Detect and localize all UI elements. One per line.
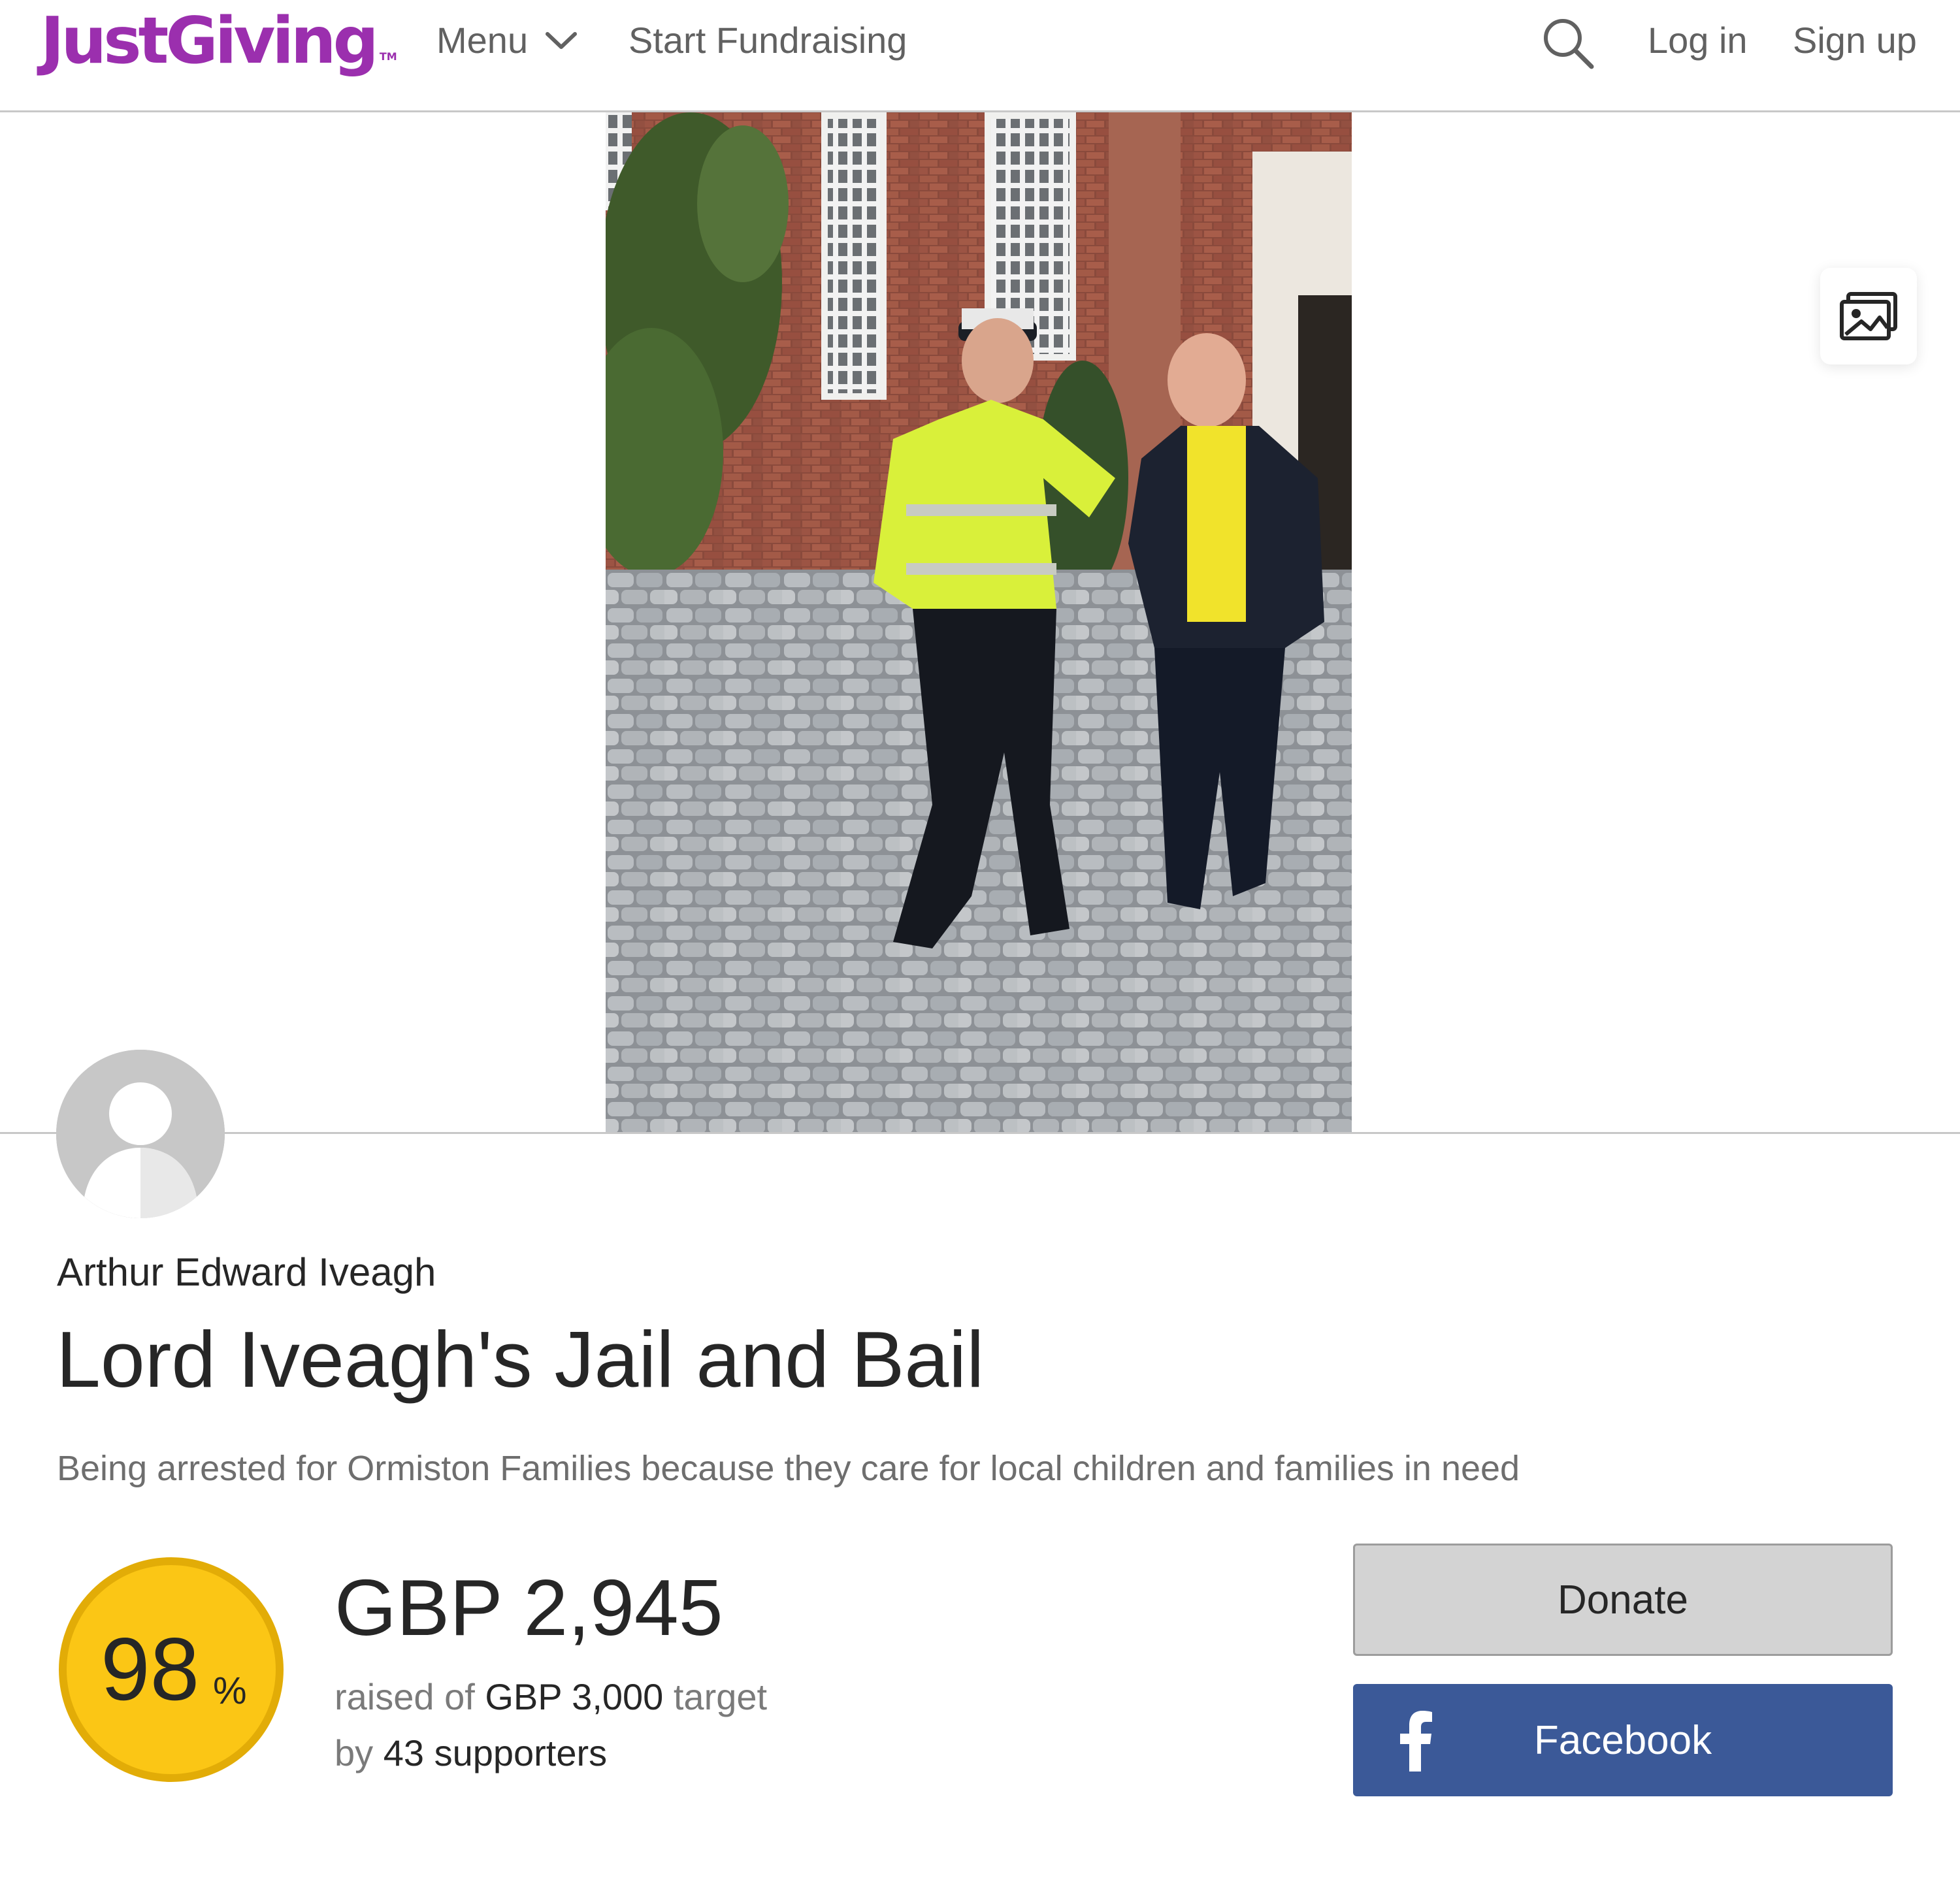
supporters-count: 43 supporters: [383, 1732, 608, 1773]
facebook-button-label: Facebook: [1533, 1717, 1712, 1763]
fundraiser-avatar: [56, 1050, 225, 1218]
by-prefix: by: [335, 1732, 374, 1773]
logo-text: JustGiving: [41, 4, 379, 78]
progress-percent-sign: %: [213, 1670, 247, 1712]
page-summary: Being arrested for Ormiston Families bec…: [57, 1449, 1520, 1488]
facebook-icon: [1400, 1711, 1432, 1772]
facebook-share-button[interactable]: Facebook: [1353, 1684, 1893, 1796]
image-gallery-icon: [1840, 292, 1897, 340]
chevron-down-icon: [546, 32, 578, 49]
justgiving-logo[interactable]: JustGiving TM: [41, 5, 397, 77]
target-suffix: target: [673, 1676, 768, 1717]
progress-percent-badge: 98 %: [56, 1555, 286, 1785]
supporters-line: by 43 supporters: [335, 1727, 607, 1779]
campaign-photo-illustration: [606, 112, 1352, 1133]
user-icon: [56, 1050, 225, 1218]
site-header: JustGiving TM Menu Start Fundraising Log …: [0, 0, 1960, 112]
target-line: raised of GBP 3,000 target: [335, 1671, 767, 1723]
donate-button-label: Donate: [1558, 1577, 1688, 1623]
page-title: Lord Iveagh's Jail and Bail: [56, 1315, 985, 1404]
signup-link[interactable]: Sign up: [1793, 17, 1917, 64]
gallery-button[interactable]: [1820, 268, 1917, 364]
login-link[interactable]: Log in: [1648, 17, 1748, 64]
start-fundraising-link[interactable]: Start Fundraising: [629, 17, 907, 64]
target-amount: GBP 3,000: [485, 1676, 664, 1717]
campaign-photo: [606, 112, 1352, 1133]
search-icon[interactable]: [1541, 16, 1595, 71]
menu-label: Menu: [436, 20, 529, 61]
raised-of-prefix: raised of: [335, 1676, 475, 1717]
amount-raised: GBP 2,945: [335, 1563, 723, 1652]
menu-dropdown[interactable]: Menu: [436, 17, 578, 64]
donate-button[interactable]: Donate: [1353, 1544, 1893, 1656]
hero-divider: [0, 1132, 1960, 1134]
fundraiser-name[interactable]: Arthur Edward Iveagh: [57, 1246, 436, 1299]
logo-trademark: TM: [379, 50, 397, 63]
progress-percent-value: 98: [101, 1619, 200, 1719]
hero-banner: [0, 112, 1960, 1133]
